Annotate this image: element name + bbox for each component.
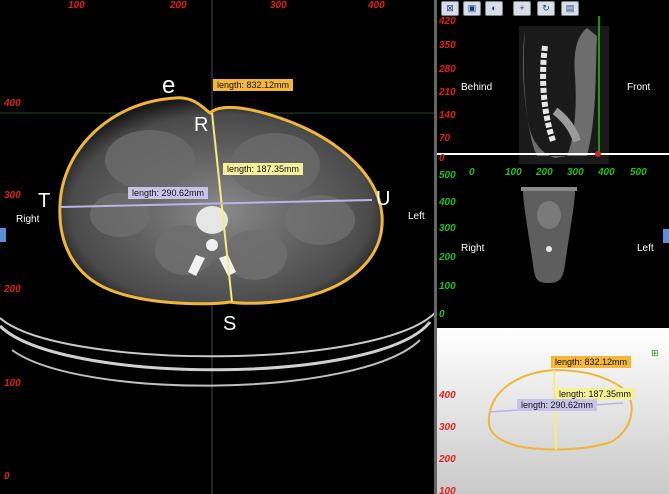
coronal-left-ruler-tick: 500 — [439, 170, 456, 181]
sagittal-left-ruler-tick: 350 — [439, 40, 456, 51]
sagittal-left-ruler-tick: 280 — [439, 64, 456, 75]
preview-corner-icon[interactable]: ⊞ — [651, 348, 659, 359]
coronal-top-ruler-tick: 300 — [567, 167, 584, 178]
coronal-left-ruler-tick: 400 — [439, 197, 456, 208]
preview-left-ruler-tick: 100 — [439, 486, 456, 494]
axial-top-ruler-tick: 400 — [368, 0, 385, 11]
axial-left-ruler-tick: 400 — [4, 98, 21, 109]
landmark-t: T — [38, 190, 51, 212]
sagittal-left-ruler-tick: 70 — [439, 133, 451, 144]
preview-left-ruler-tick: 300 — [439, 422, 456, 433]
axial-left-ruler-tick: 0 — [4, 471, 10, 482]
coronal-left-ruler-tick: 300 — [439, 223, 456, 234]
sagittal-left-ruler-tick: 0 — [439, 153, 445, 164]
orientation-left-label: Left — [408, 211, 425, 222]
axial-top-ruler-tick: 200 — [170, 0, 187, 11]
coronal-top-ruler-tick: 500 — [630, 167, 647, 178]
sagittal-left-ruler-tick: 140 — [439, 110, 456, 121]
preview-view[interactable]: 400 300 200 100 length: 832.12mm length:… — [437, 328, 669, 494]
coronal-left-ruler-tick: 100 — [439, 281, 456, 292]
axial-left-ruler-tick: 300 — [4, 190, 21, 201]
coronal-top-ruler-tick: 400 — [598, 167, 615, 178]
landmark-u: U — [376, 188, 391, 210]
axial-left-ruler-tick: 100 — [4, 378, 21, 389]
landmark-e: e — [162, 72, 176, 99]
rotate-icon[interactable]: ↻ — [537, 1, 555, 16]
sagittal-left-ruler-tick: 210 — [439, 87, 456, 98]
preview-circumference-label[interactable]: length: 832.12mm — [551, 356, 632, 368]
coronal-left-ruler-tick: 0 — [439, 309, 445, 320]
coronal-view[interactable]: 0 100 200 300 400 500 500 400 300 200 10… — [437, 165, 669, 327]
ap-measurement-label[interactable]: length: 187.35mm — [223, 163, 304, 175]
circumference-measurement-label[interactable]: length: 832.12mm — [213, 79, 294, 91]
orientation-right-label: Right — [16, 214, 40, 225]
left-panel-toggle[interactable] — [0, 228, 6, 242]
orientation-front-label: Front — [627, 82, 651, 93]
preview-left-ruler-tick: 200 — [439, 454, 456, 465]
layout-icon[interactable]: ▤ — [561, 1, 579, 16]
landmark-r: R — [194, 114, 209, 136]
axial-view[interactable]: 100 200 300 400 400 300 200 100 0 Right … — [0, 0, 436, 494]
coronal-top-ruler-tick: 200 — [536, 167, 553, 178]
sagittal-left-ruler-tick: 420 — [439, 16, 456, 27]
landmark-s: S — [223, 313, 237, 335]
coronal-top-ruler-tick: 0 — [469, 167, 475, 178]
preview-image — [487, 368, 633, 451]
sagittal-view[interactable]: 400 420 350 280 210 140 70 0 Behind Fron… — [437, 16, 669, 164]
lateral-measurement-label[interactable]: length: 290.62mm — [128, 187, 209, 199]
orientation-left-label: Left — [637, 243, 654, 254]
axial-top-ruler-tick: 300 — [270, 0, 287, 11]
orientation-behind-label: Behind — [461, 82, 493, 93]
contrast-icon[interactable]: ◐ — [485, 1, 503, 16]
right-panel-toggle[interactable] — [663, 229, 669, 243]
orientation-right-label: Right — [461, 243, 485, 254]
axial-left-ruler-tick: 200 — [4, 284, 21, 295]
coronal-left-ruler-tick: 200 — [439, 252, 456, 263]
crosshair-icon[interactable]: + — [513, 1, 531, 16]
coronal-top-ruler-tick: 100 — [505, 167, 522, 178]
axial-top-ruler-tick: 100 — [68, 0, 85, 11]
view-toolbar: ⊠ ▣ ◐ + ↻ ▤ — [437, 0, 597, 16]
view-icon[interactable]: ⊠ — [441, 1, 459, 16]
preview-left-ruler-tick: 400 — [439, 390, 456, 401]
window-icon[interactable]: ▣ — [463, 1, 481, 16]
axial-image — [0, 0, 436, 494]
preview-lateral-label[interactable]: length: 290.62mm — [517, 399, 598, 411]
